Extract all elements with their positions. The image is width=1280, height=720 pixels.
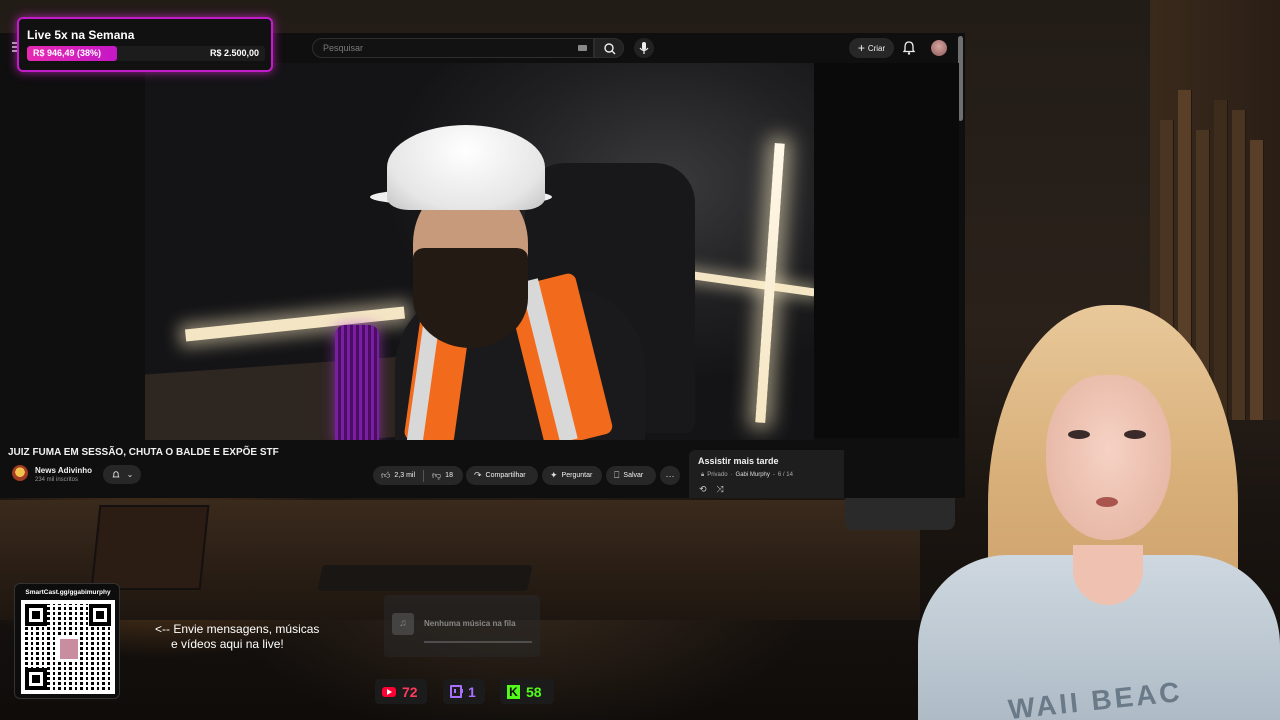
hard-hat [387, 125, 545, 210]
create-label: Criar [867, 43, 886, 53]
keyboard [317, 565, 533, 591]
youtube-logo-icon [382, 686, 396, 697]
account-avatar[interactable] [931, 40, 947, 56]
kick-logo-icon: K [507, 684, 520, 699]
dislike-count[interactable]: 18 [445, 472, 453, 479]
youtube-viewer-count: 72 [375, 679, 427, 704]
save-button[interactable]: ⎕ Salvar [606, 466, 656, 485]
twitch-viewer-count: 1 [443, 679, 485, 704]
goal-target-amount: R$ 2.500,00 [209, 48, 259, 58]
playlist-privacy: Privado [707, 472, 728, 478]
twitch-viewer-number: 1 [468, 683, 476, 700]
sparkle-icon: ✦ [550, 470, 558, 480]
laptop [90, 505, 210, 590]
subscription-button[interactable]: ⌄ [103, 465, 141, 484]
lock-icon: 🔒︎ [701, 472, 705, 478]
create-button[interactable]: + Criar [849, 38, 894, 58]
share-icon: ↷ [474, 470, 482, 480]
goal-title: Live 5x na Semana [27, 28, 135, 42]
microphone-icon [639, 42, 649, 54]
plus-icon: + [857, 41, 865, 55]
music-note-icon: ♫ [392, 613, 414, 635]
like-dislike-group: 👍︎ 2,3 mil 👎︎ 18 [373, 466, 463, 485]
streamer-webcam: WAII BEAC [918, 305, 1280, 720]
ask-button[interactable]: ✦ Perguntar [542, 466, 602, 485]
qr-code-widget: SmartCast.gg/ggabimurphy [14, 583, 120, 699]
kick-viewer-count: K 58 [500, 679, 554, 704]
bell-icon [112, 470, 120, 477]
goal-current-amount: R$ 946,49 (38%) [33, 48, 102, 58]
search-button[interactable] [594, 38, 624, 58]
bookmark-icon: ⎕ [614, 470, 620, 480]
playlist-title: Assistir mais tarde [698, 456, 779, 466]
loop-icon[interactable]: ⟲ [699, 484, 707, 495]
goal-progress-bar: R$ 946,49 (38%) R$ 2.500,00 [27, 46, 265, 61]
thumbs-down-icon[interactable]: 👎︎ [432, 470, 441, 481]
playlist-owner: Gabi Murphy [735, 472, 770, 478]
youtube-window: Pesquisar + Criar JUIZ FUMA EM SESSÃO, C… [0, 33, 965, 498]
qr-avatar [58, 637, 80, 661]
video-title: JUIZ FUMA EM SESSÃO, CHUTA O BALDE E EXP… [8, 447, 279, 458]
channel-avatar[interactable] [12, 465, 28, 481]
more-horizontal-icon: ··· [665, 470, 675, 481]
playlist-position: 6 / 14 [777, 472, 793, 478]
music-queue-status: Nenhuma música na fila [424, 619, 516, 628]
keyboard-icon[interactable] [578, 45, 587, 51]
music-progress-bar [424, 641, 532, 643]
qr-url: SmartCast.gg/ggabimurphy [25, 589, 111, 596]
video-player[interactable] [145, 63, 814, 440]
shuffle-icon[interactable]: ⤨ [717, 484, 724, 495]
voice-search-button[interactable] [634, 38, 654, 58]
like-count[interactable]: 2,3 mil [394, 472, 415, 479]
kick-viewer-number: 58 [526, 683, 542, 700]
thumbs-up-icon[interactable]: 👍︎ [381, 470, 390, 481]
message-prompt-line2: e vídeos aqui na live! [171, 637, 284, 651]
share-button[interactable]: ↷ Compartilhar [466, 466, 538, 485]
share-label: Compartilhar [485, 472, 526, 479]
save-label: Salvar [623, 472, 644, 479]
streamer-face [1046, 375, 1171, 540]
watch-later-playlist-panel[interactable]: Assistir mais tarde 🔒︎ Privado · Gabi Mu… [689, 450, 844, 498]
notifications-bell-icon[interactable] [900, 39, 918, 57]
channel-name[interactable]: News Adivinho [35, 466, 92, 475]
message-prompt-line1: <-- Envie mensagens, músicas [155, 622, 320, 636]
ask-label: Perguntar [561, 472, 593, 479]
purple-microphone [335, 325, 379, 440]
twitch-logo-icon [450, 685, 463, 698]
more-actions-button[interactable]: ··· [660, 466, 680, 485]
chevron-down-icon: ⌄ [126, 470, 134, 479]
goal-widget: Live 5x na Semana R$ 946,49 (38%) R$ 2.5… [17, 17, 273, 72]
qr-code [21, 600, 115, 694]
playlist-meta: 🔒︎ Privado · Gabi Murphy - 6 / 14 [701, 472, 793, 478]
youtube-viewer-number: 72 [402, 683, 418, 700]
channel-subscribers: 234 mil inscritos [35, 477, 79, 483]
search-icon [604, 43, 616, 55]
music-queue-widget: ♫ Nenhuma música na fila [384, 595, 540, 657]
search-input[interactable]: Pesquisar [312, 38, 594, 58]
